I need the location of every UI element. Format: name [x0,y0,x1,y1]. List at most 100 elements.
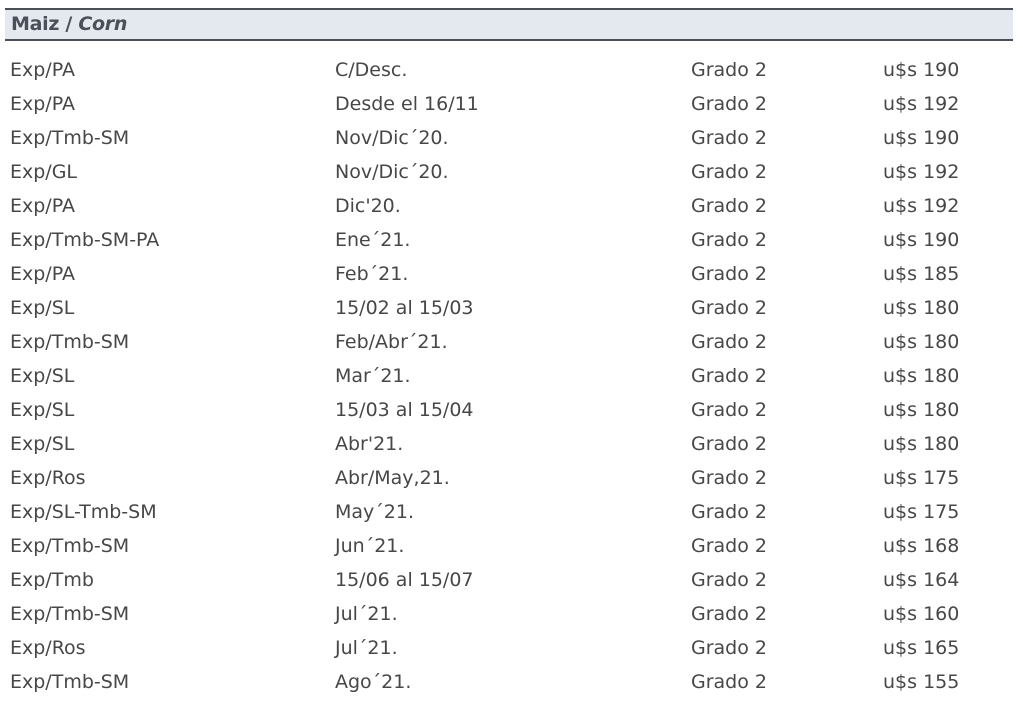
cell-period: Ago´21. [335,671,412,693]
table-row: Exp/GL Nov/Dic´20. Grado 2 u$s 192 [0,155,1023,189]
cell-price: u$s 190 [883,59,960,81]
cell-price: u$s 192 [883,161,960,183]
table-row: Exp/SL-Tmb-SM May´21. Grado 2 u$s 175 [0,495,1023,529]
cell-period: Abr/May,21. [335,467,450,489]
cell-period: 15/06 al 15/07 [335,569,474,591]
cell-destination: Exp/Tmb-SM [10,127,130,149]
cell-price: u$s 180 [883,297,960,319]
cell-price: u$s 165 [883,637,960,659]
table-row: Exp/Ros Jul´21. Grado 2 u$s 165 [0,631,1023,665]
table-row: Exp/PA C/Desc. Grado 2 u$s 190 [0,53,1023,87]
cell-grade: Grado 2 [691,671,767,693]
cell-price: u$s 164 [883,569,960,591]
cell-price: u$s 180 [883,399,960,421]
table-row: Exp/SL 15/03 al 15/04 Grado 2 u$s 180 [0,393,1023,427]
cell-grade: Grado 2 [691,603,767,625]
cell-period: Jun´21. [335,535,405,557]
cell-destination: Exp/Tmb-SM [10,603,130,625]
cell-grade: Grado 2 [691,59,767,81]
cell-price: u$s 192 [883,195,960,217]
table-row: Exp/PA Dic'20. Grado 2 u$s 192 [0,189,1023,223]
price-table: Exp/PA C/Desc. Grado 2 u$s 190 Exp/PA Desde e… [0,53,1023,699]
cell-grade: Grado 2 [691,195,767,217]
cell-price: u$s 192 [883,93,960,115]
cell-grade: Grado 2 [691,297,767,319]
cell-destination: Exp/Tmb-SM-PA [10,229,160,251]
cell-price: u$s 168 [883,535,960,557]
cell-grade: Grado 2 [691,331,767,353]
cell-period: Ene´21. [335,229,411,251]
cell-grade: Grado 2 [691,467,767,489]
cell-price: u$s 190 [883,229,960,251]
cell-period: Jul´21. [335,603,398,625]
cell-period: May´21. [335,501,414,523]
cell-price: u$s 180 [883,433,960,455]
table-row: Exp/Tmb-SM Ago´21. Grado 2 u$s 155 [0,665,1023,699]
table-row: Exp/PA Feb´21. Grado 2 u$s 185 [0,257,1023,291]
cell-destination: Exp/PA [10,59,75,81]
cell-period: Nov/Dic´20. [335,161,449,183]
table-row: Exp/SL Abr'21. Grado 2 u$s 180 [0,427,1023,461]
section-header: Maiz / Corn [5,8,1013,41]
cell-grade: Grado 2 [691,161,767,183]
cell-period: 15/03 al 15/04 [335,399,474,421]
cell-period: Feb´21. [335,263,409,285]
cell-period: Nov/Dic´20. [335,127,449,149]
cell-destination: Exp/SL-Tmb-SM [10,501,157,523]
cell-destination: Exp/Ros [10,637,86,659]
section-title: Maiz / Corn [11,13,127,35]
cell-period: Abr'21. [335,433,404,455]
cell-destination: Exp/Ros [10,467,86,489]
table-row: Exp/SL 15/02 al 15/03 Grado 2 u$s 180 [0,291,1023,325]
table-row: Exp/Tmb-SM Jun´21. Grado 2 u$s 168 [0,529,1023,563]
cell-price: u$s 155 [883,671,960,693]
cell-period: C/Desc. [335,59,408,81]
cell-grade: Grado 2 [691,365,767,387]
title-spanish: Maiz [11,13,60,35]
cell-destination: Exp/Tmb-SM [10,535,130,557]
cell-destination: Exp/SL [10,365,75,387]
cell-destination: Exp/SL [10,297,75,319]
cell-period: Desde el 16/11 [335,93,479,115]
cell-price: u$s 180 [883,365,960,387]
cell-destination: Exp/Tmb [10,569,94,591]
cell-destination: Exp/SL [10,399,75,421]
cell-period: Dic'20. [335,195,401,217]
cell-price: u$s 175 [883,501,960,523]
cell-grade: Grado 2 [691,433,767,455]
cell-destination: Exp/SL [10,433,75,455]
cell-destination: Exp/PA [10,263,75,285]
cell-period: 15/02 al 15/03 [335,297,474,319]
cell-destination: Exp/PA [10,93,75,115]
table-row: Exp/Tmb-SM Nov/Dic´20. Grado 2 u$s 190 [0,121,1023,155]
cell-grade: Grado 2 [691,637,767,659]
cell-period: Feb/Abr´21. [335,331,448,353]
cell-destination: Exp/GL [10,161,78,183]
cell-price: u$s 175 [883,467,960,489]
cell-price: u$s 190 [883,127,960,149]
table-row: Exp/Ros Abr/May,21. Grado 2 u$s 175 [0,461,1023,495]
cell-grade: Grado 2 [691,127,767,149]
cell-grade: Grado 2 [691,229,767,251]
cell-grade: Grado 2 [691,569,767,591]
title-separator: / [59,13,79,35]
table-row: Exp/Tmb-SM Feb/Abr´21. Grado 2 u$s 180 [0,325,1023,359]
cell-grade: Grado 2 [691,93,767,115]
cell-price: u$s 160 [883,603,960,625]
title-english: Corn [78,13,128,35]
table-row: Exp/Tmb 15/06 al 15/07 Grado 2 u$s 164 [0,563,1023,597]
cell-price: u$s 180 [883,331,960,353]
cell-destination: Exp/Tmb-SM [10,331,130,353]
table-row: Exp/Tmb-SM Jul´21. Grado 2 u$s 160 [0,597,1023,631]
cell-destination: Exp/Tmb-SM [10,671,130,693]
table-row: Exp/PA Desde el 16/11 Grado 2 u$s 192 [0,87,1023,121]
cell-destination: Exp/PA [10,195,75,217]
table-row: Exp/Tmb-SM-PA Ene´21. Grado 2 u$s 190 [0,223,1023,257]
cell-grade: Grado 2 [691,399,767,421]
cell-grade: Grado 2 [691,535,767,557]
cell-grade: Grado 2 [691,263,767,285]
cell-period: Mar´21. [335,365,411,387]
cell-grade: Grado 2 [691,501,767,523]
cell-period: Jul´21. [335,637,398,659]
table-row: Exp/SL Mar´21. Grado 2 u$s 180 [0,359,1023,393]
